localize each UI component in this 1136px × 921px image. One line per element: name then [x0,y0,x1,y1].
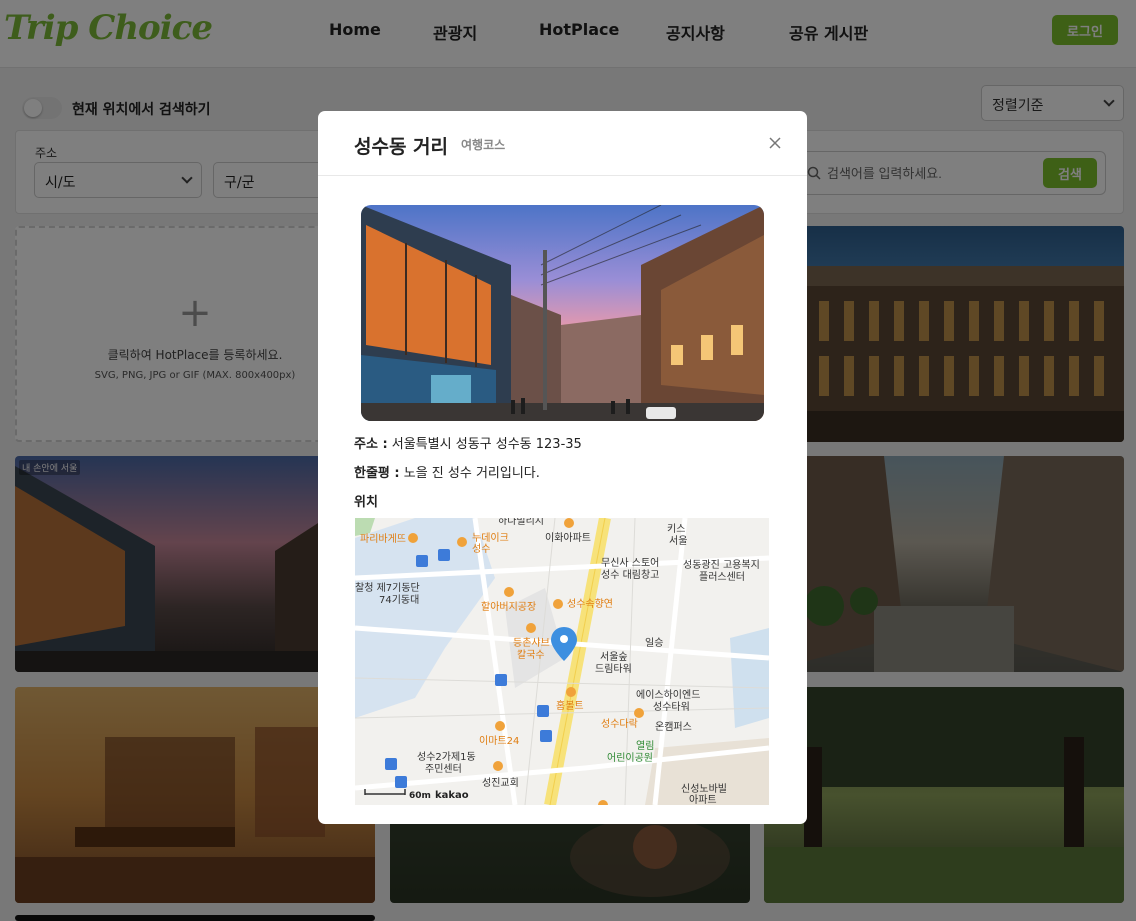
review-line: 한줄평 : 노을 진 성수 거리입니다. [354,462,540,481]
map-label: 이화아파트 [545,532,591,544]
map-label: 성수2가제1동 [417,751,476,763]
modal-title: 성수동 거리 [354,136,449,158]
map-label: 칼국수 [517,648,545,661]
map-label: 이마트24 [479,735,519,747]
map-label: 서울 [669,535,687,547]
map-label: 성수속향연 [567,598,613,610]
map-label: 드림타워 [595,662,632,675]
map-label: 열림 [636,740,654,752]
kakao-logo: kakao [435,790,469,801]
map-label: 일승 [645,637,663,649]
modal-header: 성수동 거리 여행코스 [318,111,807,176]
map-label: 성수타워 [653,700,690,713]
map-label: 에이스하이엔드 [636,688,700,701]
map-label: 74기동대 [379,594,419,606]
map-label: 아파트 [689,794,717,805]
map-label: 온캠퍼스 [655,721,692,733]
map-label: 할아버지공장 [481,601,536,613]
map-label: 누데이크 [472,532,509,544]
map-label: 성진교회 [482,777,519,789]
review-value: 노을 진 성수 거리입니다. [403,466,540,481]
map-label: 어린이공원 [607,752,653,764]
map-label: 파리바게뜨 [360,533,406,545]
map-label: 무신사 스토어 [601,557,659,569]
map-label: 성수 대림창고 [601,569,659,581]
address-value: 서울특별시 성동구 성수동 123-35 [391,437,582,452]
map-label: 찰청 제7기동단 [355,582,420,594]
hotplace-detail-modal: 성수동 거리 여행코스 주소: 서울특별시 성동구 성수동 123-35 한줄… [318,111,807,824]
map-label: 신성노바빌 [681,783,727,795]
map-label: 성수 [472,543,490,555]
address-line: 주소 : 서울특별시 성동구 성수동 123-35 [354,433,582,452]
close-button[interactable] [767,135,783,151]
map-label: 홈볼트 [556,699,584,712]
modal-category: 여행코스 [461,138,506,152]
map-scale-label: 60m [409,791,431,801]
map-label: 주민센터 [425,763,462,775]
review-label: 한줄평 : [354,466,400,481]
location-label: 위치 [354,495,378,510]
close-icon [769,137,781,149]
map-label: 등촌샤브 [513,637,550,649]
hotplace-photo [361,205,764,421]
map-label: 하나빌리지 [498,518,544,527]
map-label: 서울숲 [600,651,628,663]
map-label: 성수다락 [601,718,638,730]
map-label: 키스 [667,523,685,535]
map-label: 플러스센터 [699,571,745,583]
location-map[interactable]: 하나빌리지 이화아파트 키스 서울 파리바게뜨 누데이크 성수 무신사 스토어 … [355,518,769,805]
address-label: 주소 : [354,437,388,452]
map-label: 성동광진 고용복지 [683,559,760,571]
